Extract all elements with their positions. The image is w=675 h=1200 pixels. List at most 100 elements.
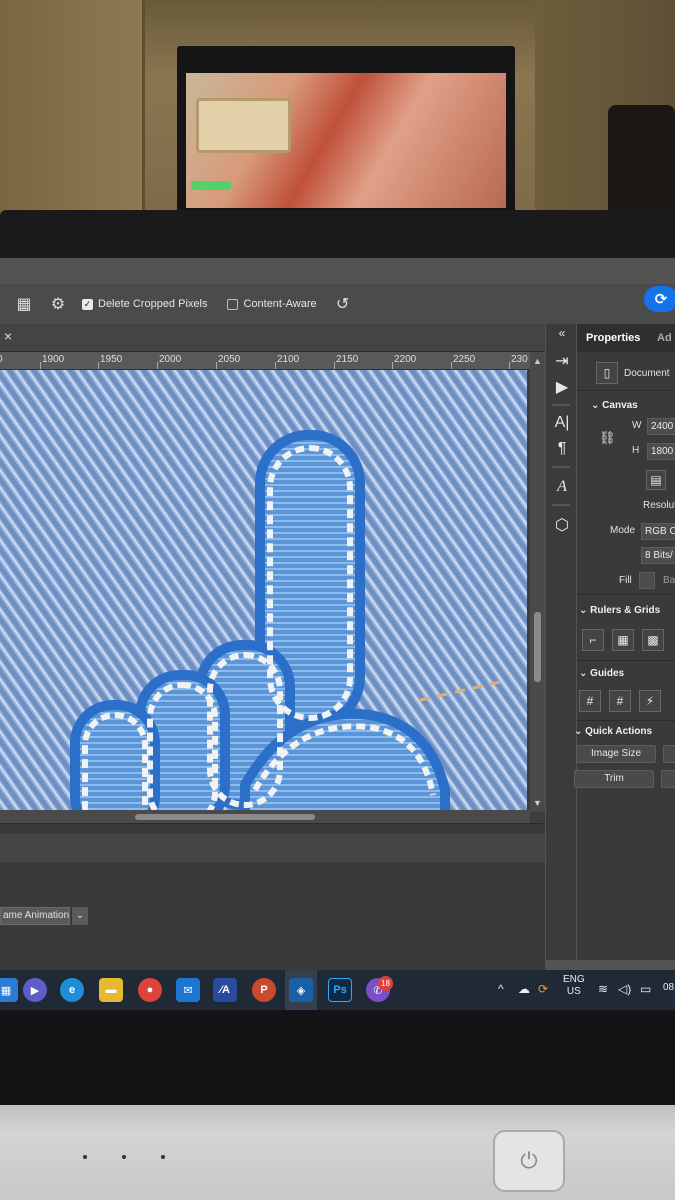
height-label: H [632, 445, 640, 456]
scroll-down-icon[interactable]: ▼ [533, 798, 542, 808]
collapse-panels-icon[interactable]: « [551, 322, 573, 344]
quick-actions-header: Quick Actions [585, 726, 653, 737]
volume-icon[interactable]: ◁) [618, 982, 631, 996]
guides-section-toggle[interactable]: ⌄ Guides [579, 668, 624, 679]
canvas-section-toggle[interactable]: ⌄ Canvas [591, 400, 638, 411]
timeline-strip [0, 834, 545, 862]
ruler-tick [275, 362, 276, 369]
ruler-tick [40, 362, 41, 369]
content-aware-label: Content-Aware [243, 298, 317, 310]
scroll-up-icon[interactable]: ▲ [533, 356, 542, 366]
divider [577, 390, 675, 391]
pixel-grid-icon[interactable]: ▩ [642, 629, 664, 651]
ruler-tick [216, 362, 217, 369]
tray-expand-icon[interactable]: ^ [498, 982, 504, 996]
door [0, 0, 145, 215]
canvas-size-button[interactable] [663, 745, 675, 763]
width-field[interactable]: 2400 [647, 418, 675, 435]
paragraph-icon[interactable]: ¶ [551, 438, 573, 460]
tab-properties[interactable]: Properties [586, 324, 640, 352]
language-indicator[interactable]: ENG US [563, 974, 585, 998]
ruler-tick [392, 362, 393, 369]
lang-line-1: ENG [563, 974, 585, 985]
lang-line-2: US [566, 986, 581, 997]
guide-layout-icon[interactable]: # [579, 690, 601, 712]
indicator-light [83, 1155, 87, 1159]
play-icon[interactable]: ▶ [551, 376, 573, 398]
rotate-button[interactable] [661, 770, 675, 788]
photoshop-icon[interactable]: Ps [328, 978, 352, 1002]
canvas-image[interactable] [0, 370, 527, 810]
close-tab-icon[interactable]: × [4, 328, 12, 344]
vertical-scroll-thumb[interactable] [534, 612, 541, 682]
ruler-label: 2150 [336, 354, 359, 365]
embroidered-patch-image [0, 370, 527, 810]
illustrator-icon[interactable]: ⁄A [213, 978, 237, 1002]
delete-cropped-pixels-toggle[interactable]: ✓ Delete Cropped Pixels [82, 298, 207, 310]
trim-button[interactable]: Trim [574, 770, 654, 788]
fill-swatch[interactable] [639, 572, 655, 589]
clock[interactable]: 08 [663, 982, 674, 993]
smart-guides-icon[interactable]: ⚡ [639, 690, 661, 712]
notification-badge: 18 [378, 976, 393, 991]
indicator-light [161, 1155, 165, 1159]
vertical-scrollbar[interactable]: ▲ ▼ [530, 352, 545, 812]
share-button[interactable]: ⟳ [644, 286, 675, 312]
powerpoint-icon[interactable]: P [252, 978, 276, 1002]
3d-cube-icon[interactable]: ⬡ [551, 514, 573, 536]
checkbox-unchecked-icon[interactable] [227, 298, 239, 310]
panel-tabs: Properties Ad [577, 324, 675, 352]
tab-adjustments[interactable]: Ad [657, 324, 672, 352]
glyph-icon[interactable]: A [551, 476, 573, 498]
power-button[interactable]: ⏻ [493, 1130, 565, 1192]
ruler-label: 2200 [394, 354, 417, 365]
gear-icon[interactable]: ⚙ [48, 294, 68, 314]
select-icon[interactable]: ⇥ [551, 350, 573, 372]
grid-toggle-icon[interactable]: ▦ [612, 629, 634, 651]
lock-guides-icon[interactable]: # [609, 690, 631, 712]
edge-icon[interactable]: e [60, 978, 84, 1002]
chrome-icon[interactable]: ● [138, 978, 162, 1002]
mode-label: Mode [610, 525, 636, 536]
meet-icon[interactable]: ▶ [23, 978, 47, 1002]
mode-select[interactable]: RGB C [641, 523, 675, 540]
content-aware-toggle[interactable]: Content-Aware [227, 298, 317, 310]
reset-icon[interactable]: ↺ [333, 294, 353, 314]
tool-separator [552, 504, 570, 506]
battery-icon[interactable]: ▭ [640, 982, 651, 996]
onedrive-icon[interactable]: ☁ [518, 982, 530, 996]
rulers-grids-header: Rulers & Grids [590, 605, 661, 616]
file-explorer-icon[interactable]: ▬ [99, 978, 123, 1002]
grid-overlay-icon[interactable]: ▦ [14, 294, 34, 314]
checkbox-checked-icon[interactable]: ✓ [82, 298, 93, 310]
type-icon[interactable]: A| [551, 412, 573, 434]
height-field[interactable]: 1800 p [647, 443, 675, 460]
timeline-mode-select[interactable]: ame Animation [0, 907, 70, 925]
laptop-screen: │ ▦ ⚙ ✓ Delete Cropped Pixels Content-Aw… [0, 258, 675, 1010]
laptop-chin [0, 1010, 675, 1105]
options-bar: │ ▦ ⚙ ✓ Delete Cropped Pixels Content-Aw… [0, 284, 675, 324]
canvas-header: Canvas [602, 400, 638, 411]
start-icon[interactable]: ▦ [0, 978, 18, 1002]
orientation-icon[interactable]: ▤ [646, 470, 666, 490]
resolution-label: Resolutio [643, 500, 675, 511]
bit-depth-select[interactable]: 8 Bits/ [641, 547, 675, 564]
tv-screen [186, 73, 506, 208]
mail-icon[interactable]: ✉ [176, 978, 200, 1002]
quick-actions-section-toggle[interactable]: ⌄ Quick Actions [574, 726, 652, 737]
indicator-light [122, 1155, 126, 1159]
rulers-section-toggle[interactable]: ⌄ Rulers & Grids [579, 605, 660, 616]
horizontal-ruler: 0 1900 1950 2000 2050 2100 2150 2200 225… [0, 352, 530, 370]
ruler-tick [98, 362, 99, 369]
wifi-icon[interactable]: ≋ [598, 982, 608, 996]
sketchup-icon[interactable]: ◈ [289, 978, 313, 1002]
room-background [0, 0, 675, 225]
chevron-down-icon[interactable]: ⌄ [72, 907, 88, 925]
tool-separator [552, 466, 570, 468]
horizontal-scroll-thumb[interactable] [135, 814, 315, 820]
horizontal-scrollbar[interactable] [0, 810, 530, 824]
update-icon[interactable]: ⟳ [538, 982, 548, 996]
ruler-toggle-icon[interactable]: ⌐ [582, 629, 604, 651]
image-size-button[interactable]: Image Size [576, 745, 656, 763]
link-icon[interactable]: ⛓ [599, 430, 616, 446]
